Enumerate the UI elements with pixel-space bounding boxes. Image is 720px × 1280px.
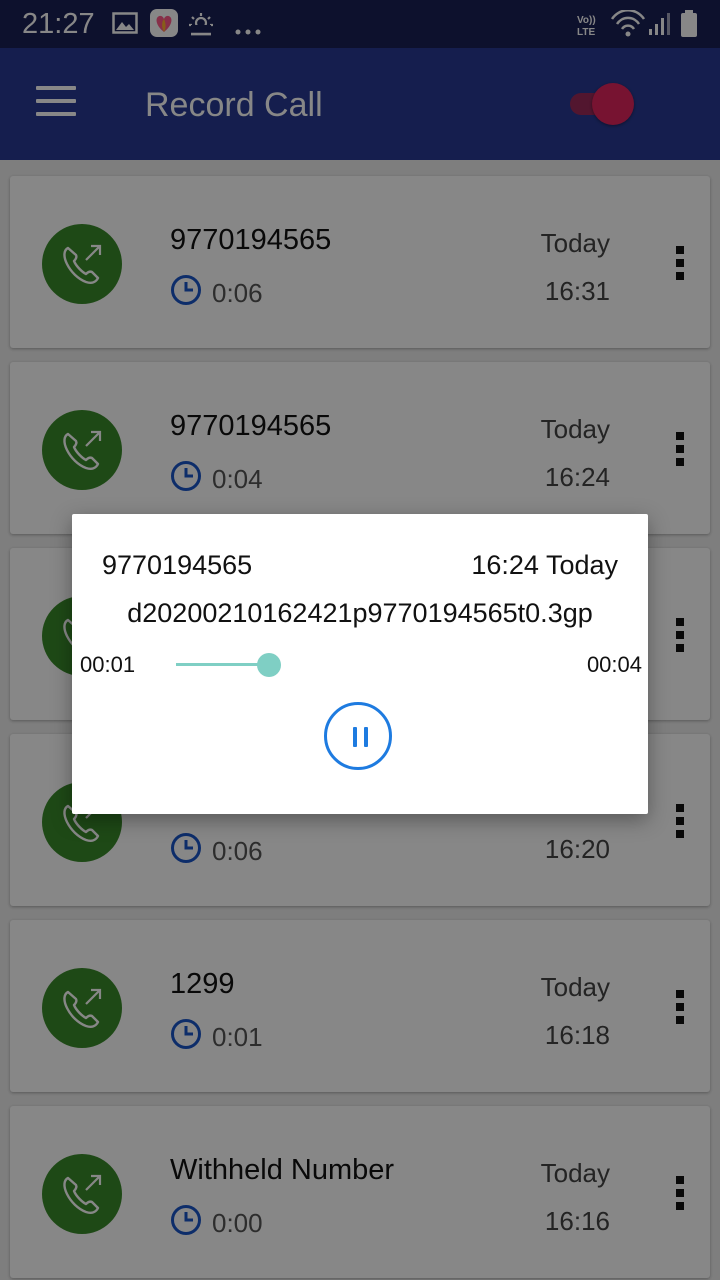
pause-button[interactable] [324, 702, 392, 770]
seek-thumb[interactable] [257, 653, 281, 677]
player-time: 16:24 Today [471, 550, 618, 580]
seek-progress [176, 663, 269, 666]
seek-bar[interactable] [176, 650, 476, 680]
player-dialog: 9770194565 16:24 Today d20200210162421p9… [72, 514, 648, 814]
player-filename: d20200210162421p9770194565t0.3gp [127, 598, 593, 628]
playback-position: 00:01 [80, 652, 136, 677]
playback-duration: 00:04 [586, 652, 642, 677]
player-number: 9770194565 [102, 550, 253, 580]
